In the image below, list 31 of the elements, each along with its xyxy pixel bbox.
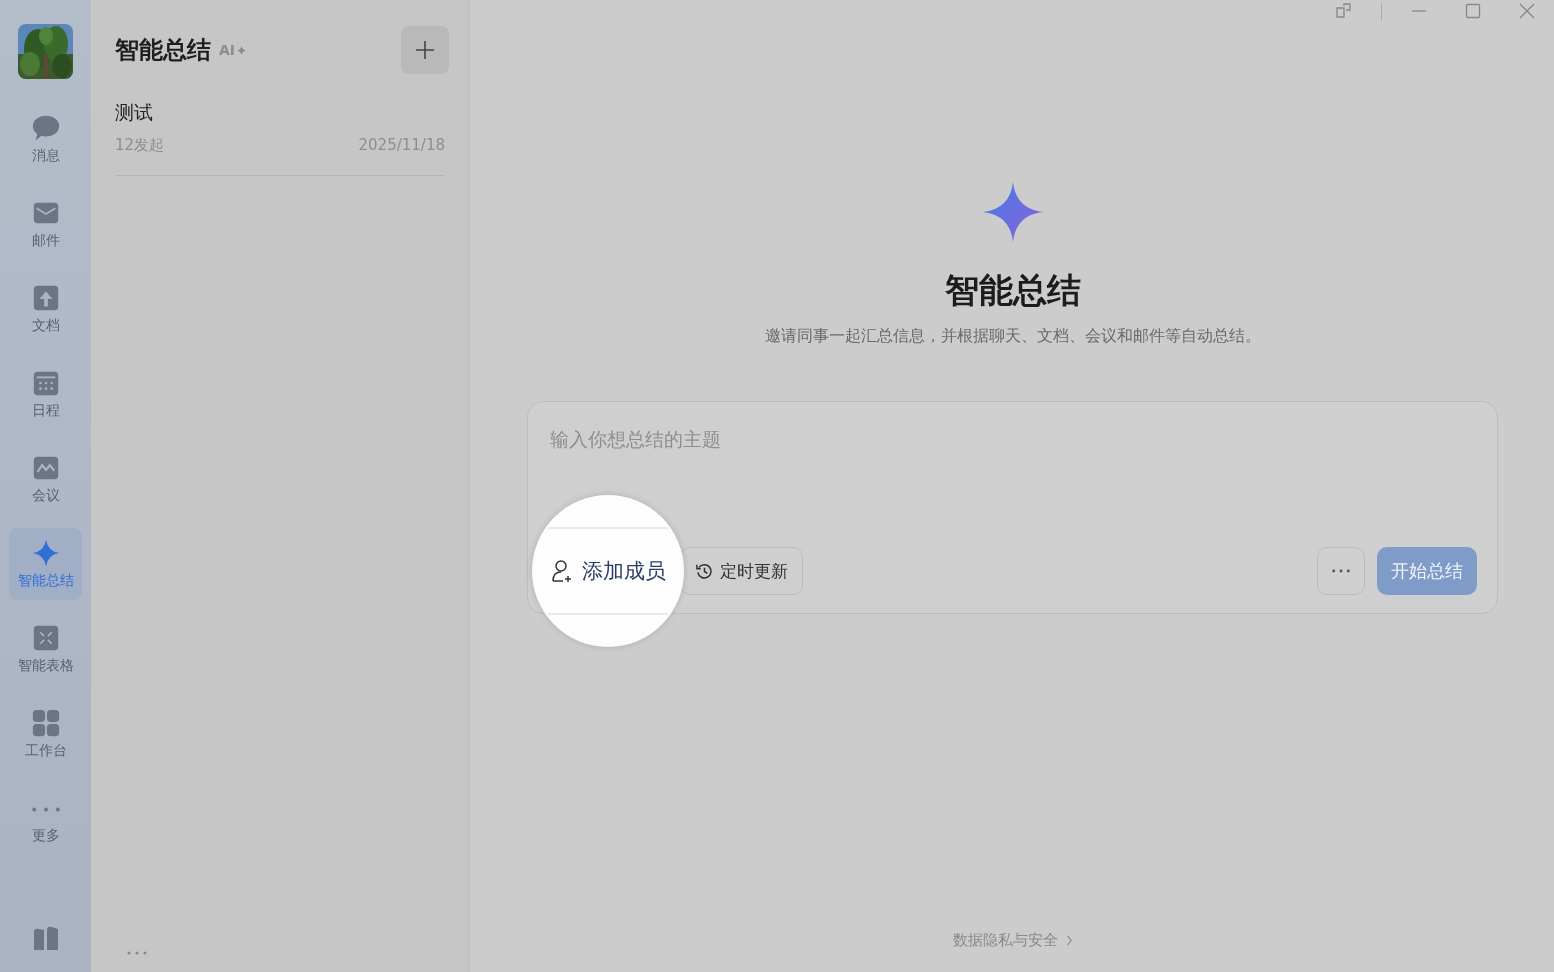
nav-item[interactable]: 消息: [9, 103, 82, 175]
summary-list-item[interactable]: 测试 12发起 2025/11/18: [115, 100, 445, 176]
page-heading: 智能总结: [944, 269, 1081, 312]
close-icon[interactable]: [1518, 2, 1536, 20]
ai-badge: AI: [219, 42, 247, 58]
more-icon: [30, 805, 61, 813]
nav-item[interactable]: 智能总结: [9, 528, 82, 600]
chat-bubble-icon: [30, 113, 61, 143]
add-member-button[interactable]: 添加成员: [548, 527, 668, 615]
more-icon: [1331, 568, 1351, 574]
grid-icon: [30, 708, 61, 738]
add-button[interactable]: [401, 26, 449, 74]
nav-item[interactable]: 工作台: [9, 698, 82, 770]
more-icon[interactable]: [126, 950, 148, 956]
tiles-icon[interactable]: [31, 924, 60, 950]
more-button[interactable]: [1317, 547, 1365, 595]
page-subtitle: 邀请同事一起汇总信息，并根据聊天、文档、会议和邮件等自动总结。: [764, 326, 1261, 347]
privacy-link[interactable]: 数据隐私与安全: [952, 931, 1073, 950]
nav-item[interactable]: 日程: [9, 358, 82, 430]
nav-item[interactable]: 邮件: [9, 188, 82, 260]
chevron-right-icon: [1065, 935, 1073, 946]
clock-icon: [695, 561, 714, 581]
topic-input-field[interactable]: 输入你想总结的主题: [548, 424, 1477, 454]
nav-item[interactable]: 会议: [9, 443, 82, 515]
panel-title: 智能总结: [115, 35, 211, 66]
popout-icon[interactable]: [1335, 2, 1353, 20]
nav-item[interactable]: 文档: [9, 273, 82, 345]
plus-icon: [415, 40, 435, 60]
nav-item[interactable]: 更多: [9, 783, 82, 855]
nav-item[interactable]: 智能表格: [9, 613, 82, 685]
maximize-icon[interactable]: [1464, 2, 1482, 20]
